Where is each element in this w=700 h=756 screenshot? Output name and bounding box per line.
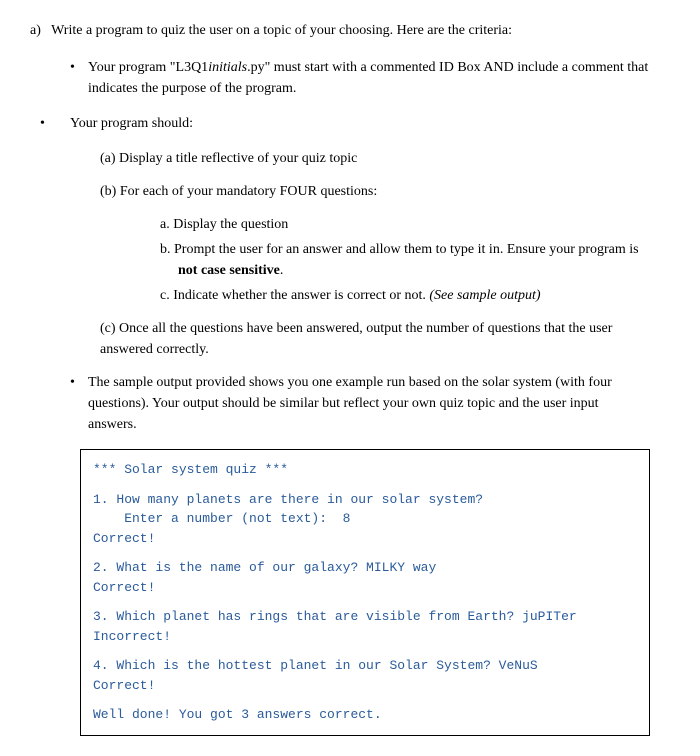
bullet-sample-note: The sample output provided shows you one… (60, 372, 650, 435)
inner-b-bold: not case sensitive (178, 263, 280, 278)
q2-line1: 2. What is the name of our galaxy? MILKY… (93, 558, 637, 578)
bullet-program-should: • Your program should: (42, 113, 650, 134)
inner-c-italic: (See sample output) (429, 288, 540, 303)
inner-c-pre: c. Indicate whether the answer is correc… (160, 288, 429, 303)
sample-q2: 2. What is the name of our galaxy? MILKY… (93, 558, 637, 597)
sample-output-box: *** Solar system quiz *** 1. How many pl… (80, 449, 650, 736)
sample-title: *** Solar system quiz *** (93, 460, 637, 480)
sample-final: Well done! You got 3 answers correct. (93, 705, 637, 725)
q1-result: Correct! (93, 529, 637, 549)
sub-c: (c) Once all the questions have been ans… (100, 318, 650, 360)
bullet-program-name: Your program "L3Q1initials.py" must star… (60, 57, 650, 99)
sub-b: (b) For each of your mandatory FOUR ques… (100, 181, 650, 202)
b1-part1: Your program "L3Q1 (88, 60, 208, 75)
sample-q4: 4. Which is the hottest planet in our So… (93, 656, 637, 695)
q1-line2: Enter a number (not text): 8 (93, 509, 637, 529)
sample-q1: 1. How many planets are there in our sol… (93, 490, 637, 549)
inner-a: a. Display the question (160, 214, 650, 235)
inner-c: c. Indicate whether the answer is correc… (160, 285, 650, 306)
q2-result: Correct! (93, 578, 637, 598)
question-intro: Write a program to quiz the user on a to… (51, 23, 512, 38)
q4-line1: 4. Which is the hottest planet in our So… (93, 656, 637, 676)
question-header: a) Write a program to quiz the user on a… (30, 20, 650, 41)
inner-list: a. Display the question b. Prompt the us… (160, 214, 650, 306)
q3-result: Incorrect! (93, 627, 637, 647)
b1-italic: initials (208, 60, 247, 75)
b2-intro: Your program should: (70, 116, 193, 131)
inner-b-post: . (280, 263, 284, 278)
q3-line1: 3. Which planet has rings that are visib… (93, 607, 637, 627)
sub-a: (a) Display a title reflective of your q… (100, 148, 650, 169)
q4-result: Correct! (93, 676, 637, 696)
inner-b-pre: b. Prompt the user for an answer and all… (160, 242, 639, 257)
q1-line1: 1. How many planets are there in our sol… (93, 490, 637, 510)
sample-q3: 3. Which planet has rings that are visib… (93, 607, 637, 646)
sub-list: (a) Display a title reflective of your q… (100, 148, 650, 360)
question-label: a) (30, 23, 41, 38)
inner-b: b. Prompt the user for an answer and all… (160, 239, 650, 281)
